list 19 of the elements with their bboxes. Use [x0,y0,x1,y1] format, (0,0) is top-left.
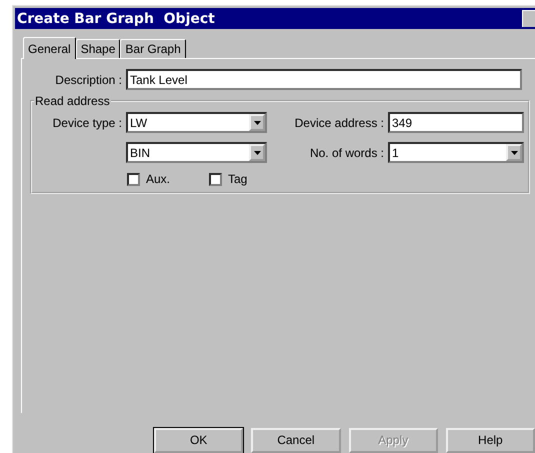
group-title: Read address [34,94,111,108]
field-label: No. of words : [308,146,385,160]
tab[interactable]: General [23,37,76,60]
dropdown[interactable]: 1 [388,142,524,164]
field-label: Device type : [52,116,123,130]
checkbox-label: Aux. [146,172,170,186]
dropdown[interactable]: LW [126,112,267,134]
field-label: Description : [54,72,123,87]
checkbox-label: Tag [228,172,248,186]
dropdown[interactable]: BIN [126,142,267,164]
dialog-button[interactable]: Cancel [251,428,340,453]
dialog-button[interactable]: Help [446,428,535,453]
input-field[interactable]: 349 [388,112,524,134]
tab[interactable]: Shape [76,39,120,58]
window-title: Create Bar Graph Object [16,10,215,26]
dialog-button[interactable]: OK [154,428,244,453]
tab[interactable]: Bar Graph [120,39,186,58]
field-label: Device address : [294,116,385,130]
description-field[interactable]: Tank Level [126,69,522,90]
